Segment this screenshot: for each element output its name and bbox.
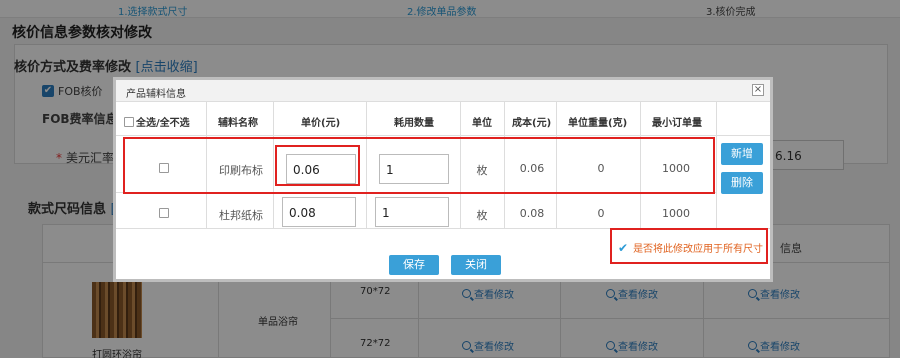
header-quantity: 耗用数量	[394, 118, 434, 129]
select-all-checkbox[interactable]: 全选/全不选	[124, 114, 190, 129]
header-name: 辅料名称	[218, 118, 258, 129]
row-checkbox[interactable]	[159, 208, 169, 218]
header-unit-weight: 单位重量(克)	[568, 118, 628, 129]
divider	[716, 102, 717, 228]
header-unit: 单位	[472, 118, 492, 129]
checkbox-icon	[124, 116, 134, 127]
close-icon[interactable]: ×	[752, 84, 764, 96]
header-moq: 最小订单量	[652, 118, 702, 129]
close-button[interactable]: 关闭	[451, 255, 501, 275]
header-unit-price: 单价(元)	[301, 118, 341, 129]
row-unit-weight: 0	[597, 207, 605, 220]
apply-highlight-box	[610, 228, 768, 264]
modal-header: 产品辅料信息 ×	[116, 80, 770, 102]
modal-table-header: 全选/全不选 辅料名称 单价(元) 耗用数量 单位 成本(元) 单位重量(克) …	[116, 102, 770, 136]
add-button[interactable]: 新增	[721, 143, 763, 165]
price-highlight-box	[275, 145, 360, 186]
row-cost: 0.08	[519, 207, 545, 220]
delete-button[interactable]: 删除	[721, 172, 763, 194]
row-highlight-box	[123, 137, 715, 194]
quantity-input[interactable]: 1	[375, 197, 449, 227]
row-name: 杜邦纸标	[219, 209, 263, 222]
save-button[interactable]: 保存	[389, 255, 439, 275]
row-unit: 枚	[476, 209, 488, 222]
modal-title: 产品辅料信息	[126, 89, 186, 100]
header-cost: 成本(元)	[512, 118, 552, 129]
row-moq: 1000	[662, 207, 690, 220]
unit-price-input[interactable]: 0.08	[282, 197, 356, 227]
